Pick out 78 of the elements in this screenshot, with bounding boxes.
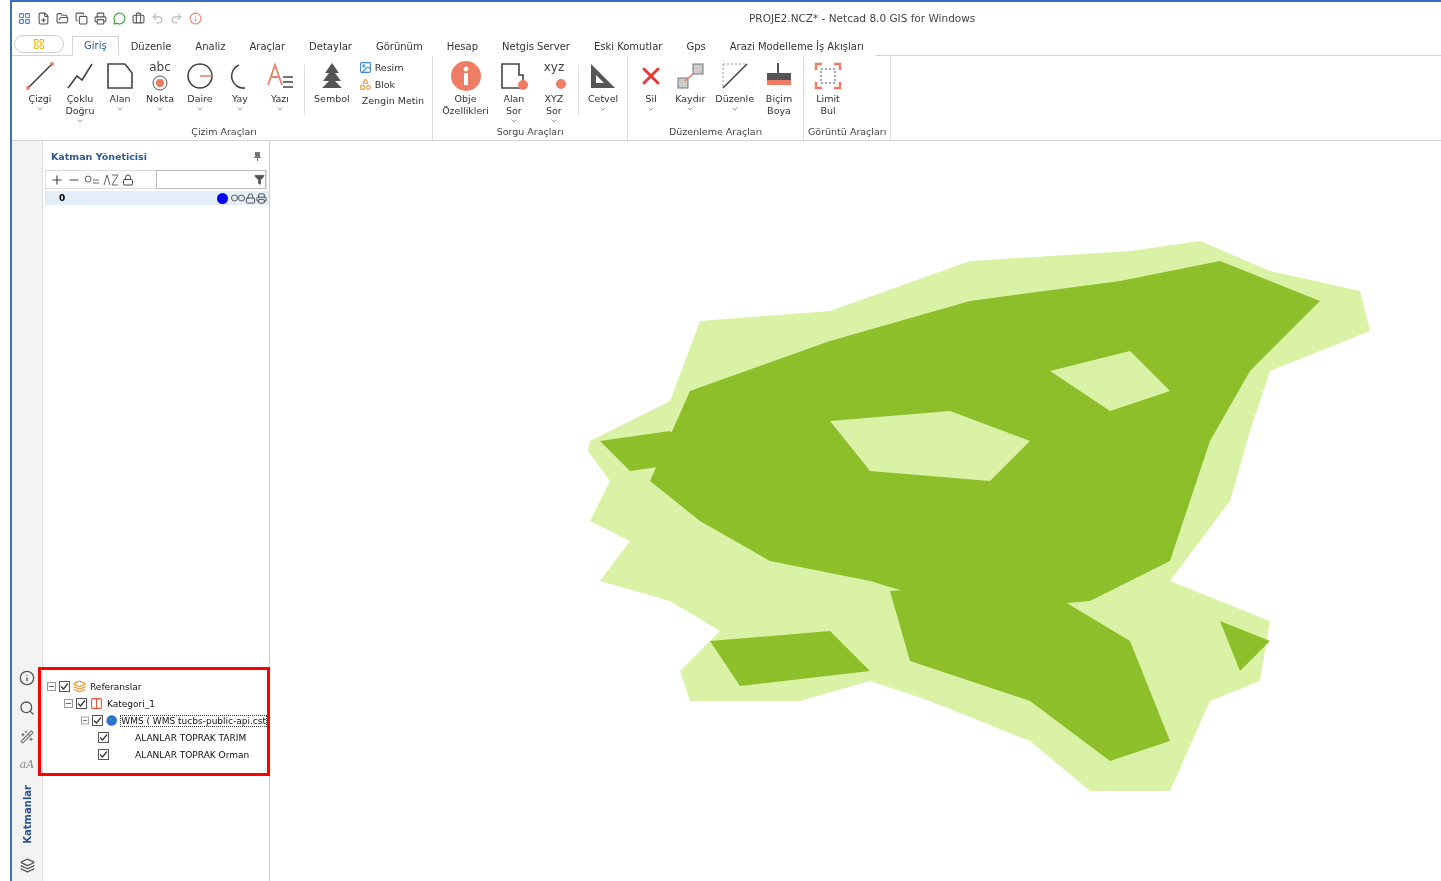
ribbon-button[interactable]: abc Nokta [140, 59, 180, 113]
tree-checkbox[interactable] [91, 715, 103, 726]
ribbon-button[interactable]: xyz XYZ Sor [533, 59, 574, 125]
ribbon-button[interactable]: Cetvel [582, 59, 624, 113]
globe-icon [105, 714, 118, 727]
group-label: Sorgu Araçları [495, 126, 565, 139]
info-icon[interactable] [19, 670, 35, 687]
group-label: Görüntü Araçları [808, 126, 887, 139]
window-title: PROJE2.NCZ* - Netcad 8.0 GIS for Windows [749, 12, 976, 24]
filter-icon[interactable] [254, 174, 265, 185]
layers-icon[interactable] [19, 858, 35, 873]
search-icon[interactable] [19, 700, 35, 717]
group-label: Çizim Araçları [190, 126, 258, 139]
ribbon-button[interactable]: Yay [220, 59, 260, 113]
print-icon[interactable] [256, 192, 267, 204]
ribbon-small-button[interactable]: Blok [358, 78, 425, 91]
layers-icon [73, 680, 86, 693]
tree-item[interactable]: Referanslar [89, 680, 143, 693]
tree-checkbox[interactable] [98, 749, 109, 760]
grid-icon [33, 38, 45, 50]
ribbon-button[interactable]: Sil [632, 59, 671, 113]
line-icon [25, 61, 55, 91]
ribbon-tab[interactable]: Giriş [72, 36, 119, 56]
ribbon-button[interactable]: Limit Bul [808, 59, 848, 117]
layer-color-dot[interactable] [217, 192, 228, 204]
lock-icon[interactable] [122, 173, 134, 186]
polygon-icon [105, 61, 135, 91]
pin-icon[interactable] [254, 152, 261, 161]
layer-row[interactable]: 0 [45, 191, 269, 205]
tree-item[interactable]: WMS ( WMS tucbs-public-api.cst [120, 714, 267, 727]
area-query-icon [498, 61, 529, 91]
print-icon[interactable] [94, 11, 107, 25]
edit-line-icon [719, 61, 750, 91]
group-label: Düzenleme Araçları [668, 126, 764, 139]
sort-icon[interactable] [103, 173, 119, 186]
wand-icon[interactable] [20, 730, 34, 745]
info-icon [449, 60, 482, 92]
tree-checkbox[interactable] [98, 732, 109, 743]
chat-icon[interactable] [113, 11, 126, 25]
ribbon-button[interactable]: Sembol [309, 59, 355, 105]
circle-icon [185, 61, 215, 91]
ribbon-button[interactable]: Biçim Boya [759, 59, 799, 117]
move-icon [675, 61, 706, 91]
app-icon[interactable] [18, 11, 31, 25]
tree-checkbox[interactable] [76, 698, 87, 709]
collapse-icon[interactable] [81, 716, 89, 725]
new-file-icon[interactable] [37, 11, 50, 25]
ribbon-small-button[interactable]: Zengin Metin [358, 95, 425, 106]
ribbon-button[interactable]: Obje Özellikleri [437, 59, 494, 117]
shapes-icon [358, 78, 372, 91]
open-folder-icon[interactable] [56, 11, 69, 25]
tree-item[interactable]: ALANLAR TOPRAK Orman [134, 748, 251, 761]
tree-item[interactable]: ALANLAR TOPRAK TARIM [134, 731, 248, 744]
panel-title: Katman Yöneticisi [51, 151, 148, 162]
ribbon-button[interactable]: Kaydır [670, 59, 711, 113]
lock-icon[interactable] [245, 192, 256, 204]
extent-icon [813, 61, 843, 91]
collapse-icon[interactable] [64, 699, 73, 708]
collapse-icon[interactable] [47, 682, 56, 691]
ribbon-button[interactable]: Daire [180, 59, 220, 113]
ribbon-button[interactable]: Alan [100, 59, 140, 113]
tree-item[interactable]: Kategori_1 [106, 697, 156, 710]
polyline-icon [65, 61, 95, 91]
image-icon [358, 61, 372, 74]
ribbon-button[interactable]: Düzenle [710, 59, 759, 113]
text-style-icon [265, 61, 295, 91]
add-icon[interactable] [50, 172, 64, 187]
ribbon-tab[interactable]: Arazi Modelleme İş Akışları [717, 37, 876, 56]
copy-icon[interactable] [75, 11, 88, 25]
ribbon-button[interactable]: Yazı [260, 59, 300, 113]
ribbon-button[interactable]: Çoklu Doğru [60, 59, 100, 125]
ribbon-button[interactable]: Çizgi [20, 59, 60, 113]
tree-checkbox[interactable] [59, 681, 70, 692]
ribbon-button[interactable]: Alan Sor [493, 59, 534, 125]
side-tab[interactable]: Katmanlar [21, 785, 33, 844]
briefcase-icon[interactable] [132, 11, 145, 25]
ribbon-small-button[interactable]: Resim [358, 61, 425, 74]
filter-field[interactable] [156, 170, 266, 189]
